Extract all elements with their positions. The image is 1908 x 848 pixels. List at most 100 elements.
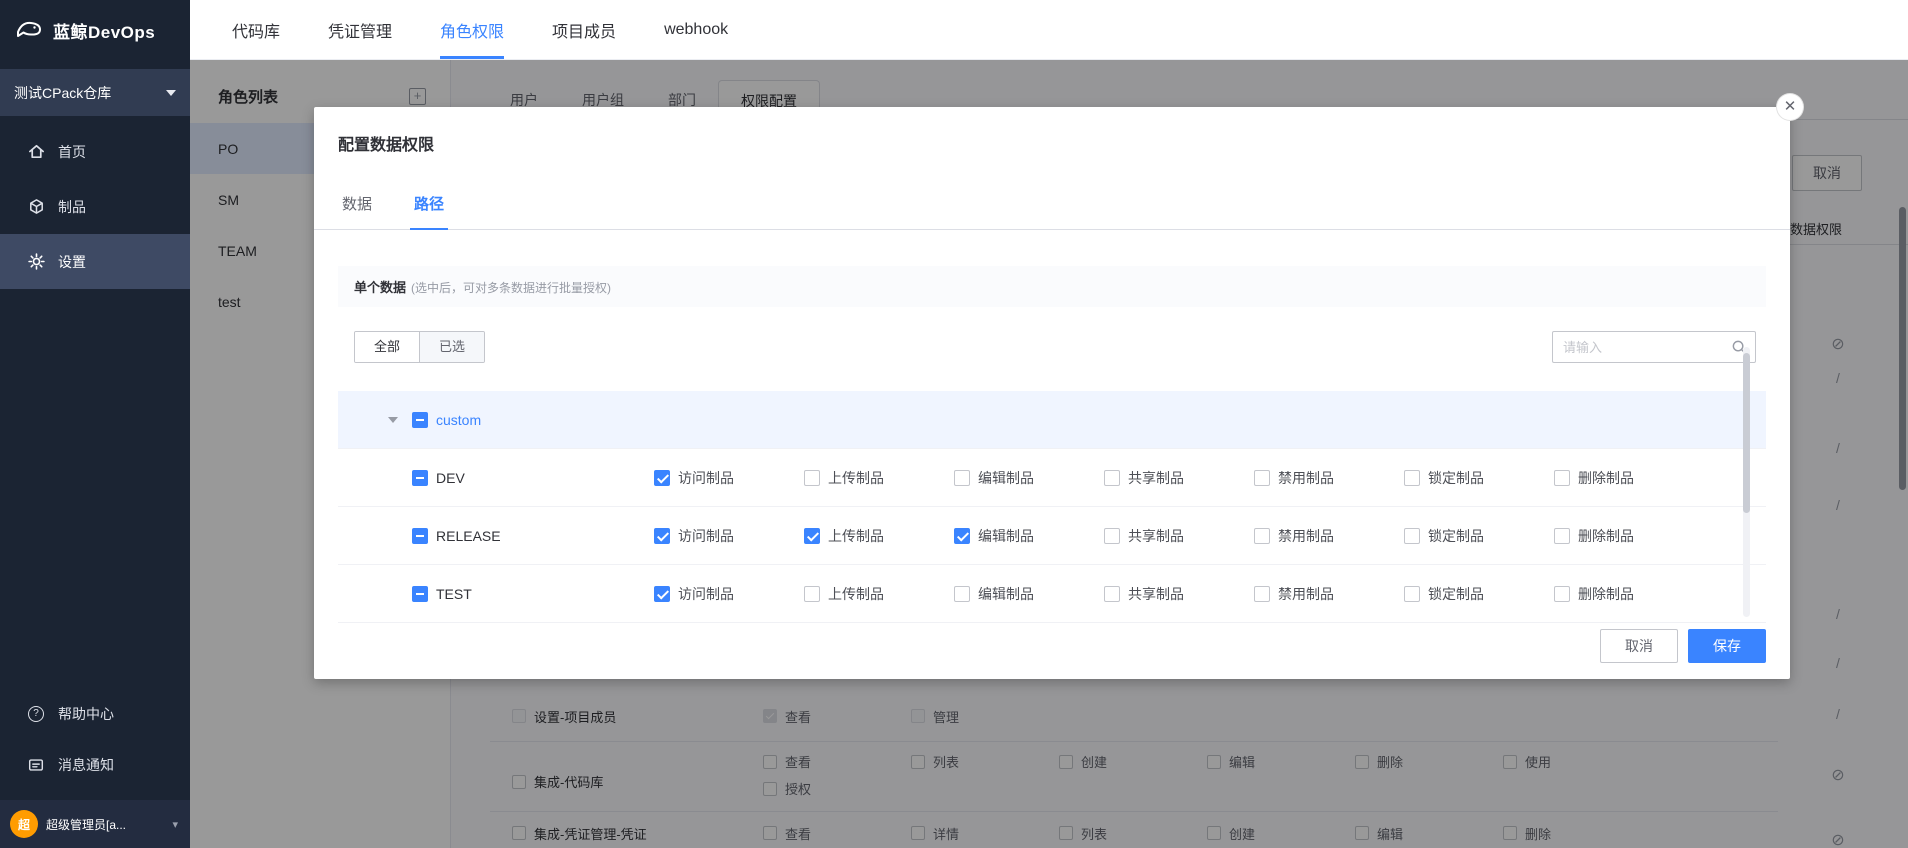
save-button[interactable]: 保存 (1688, 629, 1766, 663)
modal-scrollbar[interactable] (1743, 353, 1750, 513)
checkbox[interactable] (804, 470, 820, 486)
filter-all[interactable]: 全部 (355, 332, 419, 362)
tree-row-test: TEST 访问制品 上传制品 编辑制品 共享制品 禁用制品 锁定制品 删除制品 (338, 565, 1766, 623)
checkbox-label: 编辑制品 (978, 526, 1034, 546)
tree-node-label: RELEASE (436, 528, 501, 544)
sidebar-item-artifacts[interactable]: 制品 (0, 179, 190, 234)
path-tree: custom DEV 访问制品 上传制品 编辑制品 共享制品 禁用制品 锁定制品… (338, 391, 1766, 623)
checkbox-label: 共享制品 (1128, 526, 1184, 546)
tree-row-dev: DEV 访问制品 上传制品 编辑制品 共享制品 禁用制品 锁定制品 删除制品 (338, 449, 1766, 507)
checkbox[interactable] (1104, 586, 1120, 602)
checkbox[interactable] (804, 586, 820, 602)
perm-delete[interactable]: 删除制品 (1554, 584, 1704, 604)
checkbox[interactable] (954, 528, 970, 544)
checkbox[interactable] (954, 586, 970, 602)
gear-icon (26, 252, 46, 272)
sidebar-item-notifications[interactable]: 消息通知 (0, 739, 190, 790)
perm-share[interactable]: 共享制品 (1104, 584, 1254, 604)
tab-data[interactable]: 数据 (338, 195, 376, 230)
tree-checkbox[interactable] (412, 528, 428, 544)
perm-lock[interactable]: 锁定制品 (1404, 468, 1554, 488)
sidebar-item-help[interactable]: ? 帮助中心 (0, 688, 190, 739)
tree-checkbox[interactable] (412, 470, 428, 486)
filter-toggle-group: 全部 已选 (354, 331, 485, 363)
perm-edit[interactable]: 编辑制品 (954, 468, 1104, 488)
checkbox[interactable] (1554, 586, 1570, 602)
checkbox-label: 编辑制品 (978, 468, 1034, 488)
perm-delete[interactable]: 删除制品 (1554, 526, 1704, 546)
top-navigation: 代码库 凭证管理 角色权限 项目成员 webhook (190, 0, 1908, 60)
section-header: 单个数据 (选中后，可对多条数据进行批量授权) (338, 266, 1766, 307)
perm-delete[interactable]: 删除制品 (1554, 468, 1704, 488)
close-icon[interactable]: ✕ (1777, 94, 1803, 120)
checkbox[interactable] (954, 470, 970, 486)
search-input[interactable] (1553, 332, 1755, 362)
tab-path[interactable]: 路径 (410, 195, 448, 230)
checkbox[interactable] (1254, 586, 1270, 602)
checkbox[interactable] (1554, 470, 1570, 486)
logo[interactable]: 蓝鲸DevOps (0, 0, 190, 60)
checkbox[interactable] (654, 586, 670, 602)
checkbox[interactable] (1404, 470, 1420, 486)
chevron-down-icon: ▾ (172, 818, 178, 831)
tree-checkbox[interactable] (412, 586, 428, 602)
perm-upload[interactable]: 上传制品 (804, 584, 954, 604)
tree-node-label: DEV (436, 470, 465, 486)
perm-upload[interactable]: 上传制品 (804, 526, 954, 546)
nav-tab-members[interactable]: 项目成员 (552, 0, 616, 59)
sidebar-item-settings[interactable]: 设置 (0, 234, 190, 289)
message-icon (26, 755, 46, 775)
sidebar-item-label: 首页 (58, 142, 86, 162)
dialog-title: 配置数据权限 (338, 131, 1766, 155)
checkbox-label: 删除制品 (1578, 526, 1634, 546)
checkbox[interactable] (654, 470, 670, 486)
avatar: 超 (10, 810, 38, 838)
perm-share[interactable]: 共享制品 (1104, 468, 1254, 488)
project-selector[interactable]: 测试CPack仓库 (0, 69, 190, 116)
perm-forbid[interactable]: 禁用制品 (1254, 468, 1404, 488)
perm-edit[interactable]: 编辑制品 (954, 526, 1104, 546)
perm-forbid[interactable]: 禁用制品 (1254, 584, 1404, 604)
configure-data-permission-dialog: ✕ 配置数据权限 数据 路径 单个数据 (选中后，可对多条数据进行批量授权) 全… (314, 107, 1790, 679)
checkbox[interactable] (1104, 470, 1120, 486)
tree-row-custom: custom (338, 391, 1766, 449)
perm-upload[interactable]: 上传制品 (804, 468, 954, 488)
checkbox[interactable] (1404, 528, 1420, 544)
chevron-down-icon (166, 90, 176, 96)
perm-edit[interactable]: 编辑制品 (954, 584, 1104, 604)
perm-access[interactable]: 访问制品 (654, 526, 804, 546)
user-name: 超级管理员[a... (46, 816, 164, 833)
perm-lock[interactable]: 锁定制品 (1404, 526, 1554, 546)
checkbox-label: 访问制品 (678, 468, 734, 488)
nav-tab-webhook[interactable]: webhook (664, 0, 728, 59)
checkbox[interactable] (804, 528, 820, 544)
sidebar-item-home[interactable]: 首页 (0, 124, 190, 179)
filter-selected[interactable]: 已选 (419, 332, 484, 362)
perm-access[interactable]: 访问制品 (654, 468, 804, 488)
nav-tab-roles[interactable]: 角色权限 (440, 0, 504, 59)
checkbox[interactable] (1404, 586, 1420, 602)
tree-checkbox[interactable] (412, 412, 428, 428)
perm-access[interactable]: 访问制品 (654, 584, 804, 604)
search-box (1552, 331, 1756, 363)
sidebar-item-label: 消息通知 (58, 755, 114, 775)
nav-tab-credentials[interactable]: 凭证管理 (328, 0, 392, 59)
checkbox-label: 共享制品 (1128, 468, 1184, 488)
nav-tab-codelib[interactable]: 代码库 (232, 0, 280, 59)
tree-node-label[interactable]: custom (436, 412, 481, 428)
cancel-button[interactable]: 取消 (1600, 629, 1678, 663)
checkbox[interactable] (654, 528, 670, 544)
checkbox[interactable] (1254, 470, 1270, 486)
perm-share[interactable]: 共享制品 (1104, 526, 1254, 546)
tree-node-label: TEST (436, 586, 472, 602)
checkbox[interactable] (1554, 528, 1570, 544)
collapse-arrow-icon[interactable] (388, 417, 412, 423)
checkbox-label: 禁用制品 (1278, 584, 1334, 604)
whale-logo-icon (14, 15, 44, 45)
checkbox[interactable] (1104, 528, 1120, 544)
checkbox[interactable] (1254, 528, 1270, 544)
tree-row-release: RELEASE 访问制品 上传制品 编辑制品 共享制品 禁用制品 锁定制品 删除… (338, 507, 1766, 565)
perm-forbid[interactable]: 禁用制品 (1254, 526, 1404, 546)
perm-lock[interactable]: 锁定制品 (1404, 584, 1554, 604)
user-menu[interactable]: 超 超级管理员[a... ▾ (0, 800, 190, 848)
